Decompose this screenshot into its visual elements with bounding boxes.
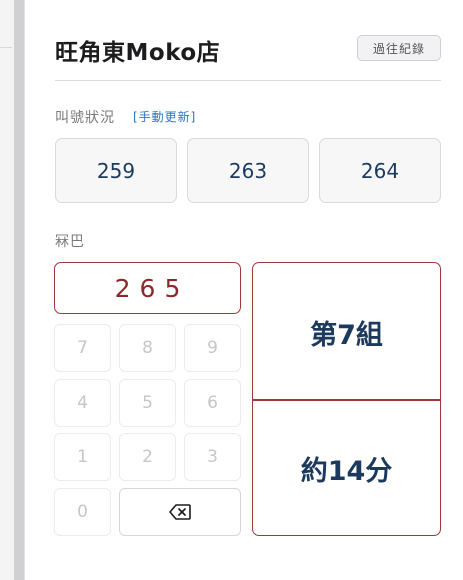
backspace-icon (169, 504, 191, 520)
store-title: 旺角東Moko店 (55, 40, 221, 66)
queue-panel: 旺角東Moko店 過往紀錄 叫號狀況 [手動更新] 259 263 264 冧巴… (24, 0, 463, 580)
key-3[interactable]: 3 (184, 433, 241, 481)
queue-position: 第7組 (310, 320, 383, 351)
called-number-3: 264 (319, 138, 441, 203)
key-6[interactable]: 6 (184, 379, 241, 427)
left-pane-divider (0, 47, 12, 48)
called-number-1: 259 (55, 138, 177, 203)
ticket-number-display: 265 (54, 262, 241, 314)
estimated-wait-time: 約14分 (300, 456, 393, 487)
called-number-2: 263 (187, 138, 309, 203)
key-8[interactable]: 8 (119, 324, 176, 372)
key-9[interactable]: 9 (184, 324, 241, 372)
key-2[interactable]: 2 (119, 433, 176, 481)
refresh-link[interactable]: [手動更新] (133, 108, 196, 125)
key-7[interactable]: 7 (54, 324, 111, 372)
call-status-label: 叫號狀況 (55, 110, 115, 126)
left-pane-edge (0, 0, 14, 580)
result-divider (253, 399, 440, 401)
ticket-label: 冧巴 (55, 234, 85, 250)
key-5[interactable]: 5 (119, 379, 176, 427)
pane-splitter[interactable] (14, 0, 24, 580)
key-4[interactable]: 4 (54, 379, 111, 427)
history-button[interactable]: 過往紀錄 (357, 35, 441, 61)
key-1[interactable]: 1 (54, 433, 111, 481)
header-divider (55, 80, 441, 81)
queue-result-card: 第7組 約14分 (252, 262, 441, 536)
key-0[interactable]: 0 (54, 488, 111, 536)
backspace-button[interactable] (119, 488, 241, 536)
